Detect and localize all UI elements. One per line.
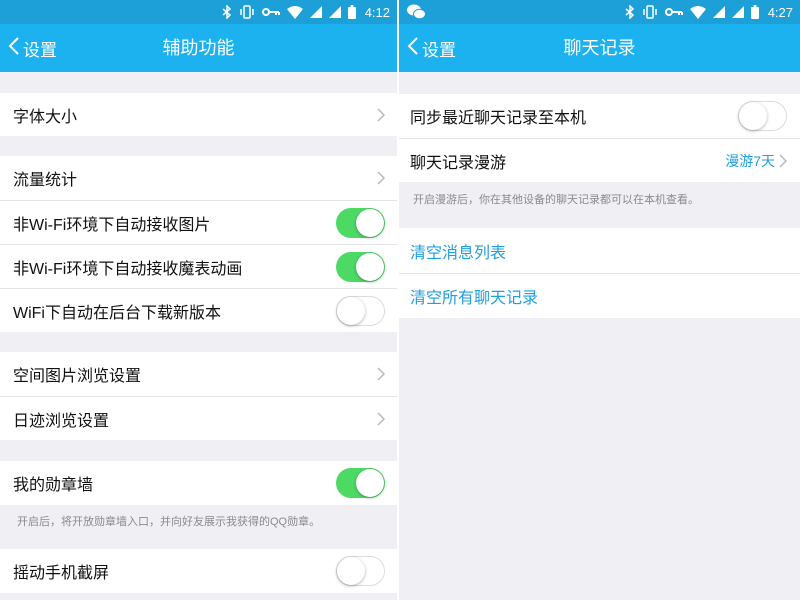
shake-screenshot-row: 摇动手机截屏 — [0, 549, 397, 593]
space-image-settings-row[interactable]: 空间图片浏览设置 — [0, 352, 397, 396]
toggle-knob — [356, 252, 384, 281]
clear-all-history-button[interactable]: 清空所有聊天记录 — [399, 273, 800, 318]
row-label: 非Wi-Fi环境下自动接收图片 — [13, 216, 211, 234]
toggle-knob — [337, 296, 365, 325]
accessibility-settings-screen: 4:12 辅助功能 设置 字体大小 流量统计 非Wi-Fi环境下自动接收图片 非… — [0, 0, 397, 600]
row-label: 非Wi-Fi环境下自动接收魔表动画 — [13, 260, 243, 278]
medal-wall-row: 我的勋章墙 — [0, 461, 397, 505]
status-bar: 4:12 — [0, 0, 397, 24]
key-icon — [261, 7, 280, 17]
medal-wall-note: 开启后，将开放勋章墙入口，并向好友展示我获得的QQ勋章。 — [17, 516, 321, 528]
nav-bar: 辅助功能 设置 — [0, 24, 397, 72]
wifi-auto-download-row: WiFi下自动在后台下载新版本 — [0, 288, 397, 332]
chevron-right-icon — [377, 107, 385, 122]
toggle-knob — [739, 102, 767, 130]
bluetooth-icon — [222, 5, 232, 19]
roaming-duration-value: 漫游7天 — [725, 152, 775, 169]
font-size-row[interactable]: 字体大小 — [0, 93, 397, 136]
status-bar: 4:27 — [399, 0, 800, 24]
row-label: 空间图片浏览设置 — [13, 368, 142, 385]
row-label: 清空消息列表 — [410, 244, 507, 262]
row-label: 同步最近聊天记录至本机 — [410, 110, 587, 127]
wifi-icon — [286, 5, 303, 19]
auto-receive-images-toggle[interactable] — [336, 207, 385, 238]
page-title: 聊天记录 — [563, 38, 636, 58]
wifi-auto-download-toggle[interactable] — [336, 295, 385, 326]
battery-icon — [347, 5, 356, 19]
roaming-note: 开启漫游后，你在其他设备的聊天记录都可以在本机查看。 — [413, 194, 699, 206]
signal-icon — [731, 6, 744, 18]
row-label: 字体大小 — [13, 108, 78, 126]
toggle-knob — [356, 469, 384, 497]
auto-receive-animations-row: 非Wi-Fi环境下自动接收魔表动画 — [0, 244, 397, 288]
row-label: 日迹浏览设置 — [13, 412, 110, 430]
row-label: 流量统计 — [13, 172, 78, 189]
toggle-knob — [356, 208, 384, 237]
bluetooth-icon — [625, 5, 635, 19]
chevron-right-icon — [377, 367, 385, 381]
nav-bar: 聊天记录 设置 — [399, 24, 800, 72]
chevron-right-icon — [779, 153, 787, 168]
vibrate-icon — [642, 5, 658, 19]
status-time: 4:27 — [767, 4, 793, 20]
wifi-icon — [689, 5, 706, 19]
signal-icon — [328, 6, 341, 18]
status-time: 4:12 — [364, 4, 390, 20]
key-icon — [664, 7, 683, 17]
signal-icon — [309, 6, 322, 18]
chevron-left-icon — [8, 36, 20, 61]
row-label: WiFi下自动在后台下载新版本 — [13, 304, 221, 322]
traffic-stats-row[interactable]: 流量统计 — [0, 156, 397, 200]
shake-screenshot-toggle[interactable] — [336, 556, 385, 586]
page-title: 辅助功能 — [162, 38, 235, 58]
history-roaming-row[interactable]: 聊天记录漫游 漫游7天 — [399, 138, 800, 182]
chevron-right-icon — [377, 411, 385, 426]
medal-wall-toggle[interactable] — [336, 468, 385, 498]
row-label: 清空所有聊天记录 — [410, 290, 539, 307]
daily-moments-settings-row[interactable]: 日迹浏览设置 — [0, 396, 397, 440]
back-button[interactable]: 设置 — [8, 24, 57, 72]
sync-recent-history-toggle[interactable] — [738, 101, 787, 131]
clear-message-list-button[interactable]: 清空消息列表 — [399, 228, 800, 273]
auto-receive-animations-toggle[interactable] — [336, 251, 385, 282]
battery-icon — [750, 5, 759, 19]
row-label: 聊天记录漫游 — [410, 154, 507, 172]
chat-history-settings-screen: 4:27 聊天记录 设置 同步最近聊天记录至本机 聊天记录漫游 漫游7天 开启漫… — [399, 0, 800, 600]
toggle-knob — [337, 557, 365, 585]
signal-icon — [712, 6, 725, 18]
vibrate-icon — [239, 5, 255, 19]
wechat-icon — [407, 4, 426, 25]
sync-recent-history-row: 同步最近聊天记录至本机 — [399, 94, 800, 138]
chevron-right-icon — [377, 171, 385, 185]
back-label: 设置 — [23, 40, 57, 60]
back-button[interactable]: 设置 — [407, 24, 456, 72]
back-label: 设置 — [422, 40, 456, 60]
row-label: 我的勋章墙 — [13, 477, 94, 494]
auto-receive-images-row: 非Wi-Fi环境下自动接收图片 — [0, 200, 397, 244]
row-label: 摇动手机截屏 — [13, 565, 110, 582]
chevron-left-icon — [407, 36, 419, 61]
